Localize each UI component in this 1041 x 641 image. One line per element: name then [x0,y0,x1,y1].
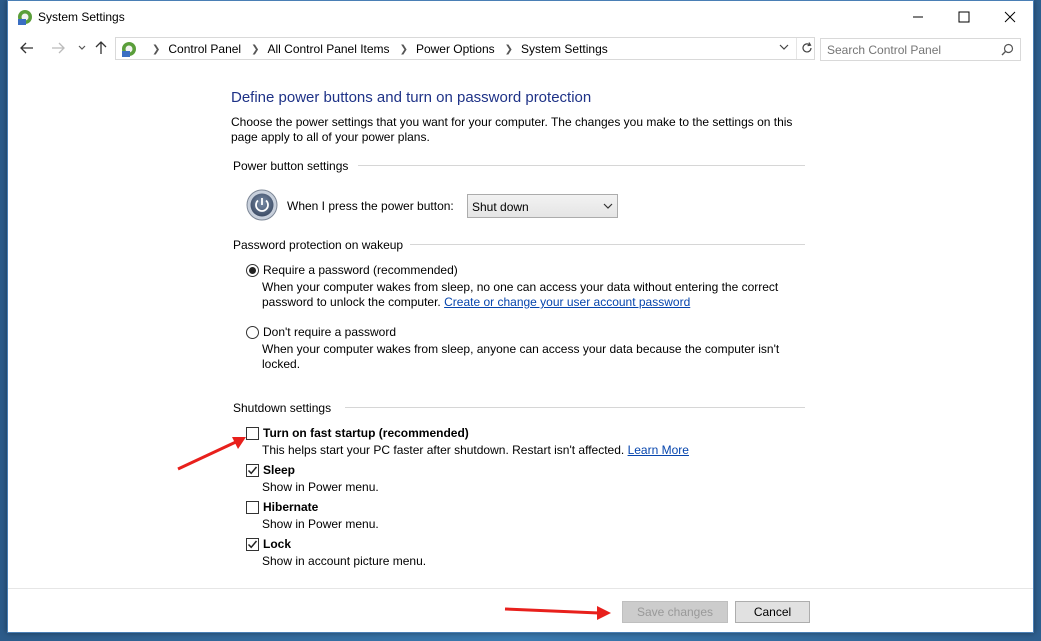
checkmark-icon [247,540,258,548]
fast-startup-description: This helps start your PC faster after sh… [262,443,689,458]
dont-require-desc-line1: When your computer wakes from sleep, any… [262,342,780,356]
power-icon [246,189,278,221]
lock-label[interactable]: Lock [263,537,291,551]
breadcrumb-control-panel[interactable]: Control Panel [168,42,241,56]
navigation-bar: ❯ Control Panel ❯ All Control Panel Item… [8,33,1033,63]
close-button[interactable] [987,1,1033,32]
breadcrumb-power-options[interactable]: Power Options [416,42,495,56]
dont-require-password-option[interactable]: Don't require a password [246,325,396,339]
chevron-down-icon [603,203,613,209]
maximize-icon [958,11,970,22]
power-button-action-select[interactable]: Shut down [467,194,618,218]
shutdown-settings-title: Shutdown settings [233,401,332,415]
chevron-right-icon[interactable]: ❯ [251,44,259,55]
save-changes-button[interactable]: Save changes [622,601,728,623]
chevron-right-icon[interactable]: ❯ [505,44,513,55]
power-button-settings-title: Power button settings [233,159,349,173]
require-password-desc-line2: password to unlock the computer. Create … [262,295,778,310]
main-content: Define power buttons and turn on passwor… [8,63,1033,588]
footer-divider [8,588,1033,589]
change-password-link[interactable]: Create or change your user account passw… [444,295,690,309]
dont-require-password-label[interactable]: Don't require a password [263,325,396,339]
chevron-right-icon[interactable]: ❯ [152,44,160,55]
hibernate-option[interactable]: Hibernate [246,500,318,514]
annotation-arrow-icon [504,606,611,620]
refresh-icon [801,42,812,53]
search-icon[interactable] [1001,43,1014,56]
arrow-right-icon [52,42,65,54]
arrow-up-icon [95,41,107,54]
page-title: Define power buttons and turn on passwor… [231,89,592,106]
forward-button[interactable] [48,39,68,57]
control-panel-icon [122,42,136,57]
up-button[interactable] [91,39,111,57]
hibernate-description: Show in Power menu. [262,517,379,531]
back-button[interactable] [17,39,37,57]
require-password-desc-text: password to unlock the computer. [262,295,441,309]
sleep-label[interactable]: Sleep [263,463,295,477]
dont-require-password-radio[interactable] [246,325,259,339]
require-password-label[interactable]: Require a password (recommended) [263,263,458,277]
window-title: System Settings [38,10,125,24]
chevron-right-icon[interactable]: ❯ [400,44,408,55]
require-password-desc-line1: When your computer wakes from sleep, no … [262,280,779,294]
recent-locations-button[interactable] [72,39,92,57]
close-icon [1004,11,1016,22]
system-settings-window: System Settings ❯ Control Panel ❯ All Co… [7,0,1034,633]
sleep-description: Show in Power menu. [262,480,379,494]
breadcrumb-system-settings[interactable]: System Settings [521,42,608,56]
address-dropdown-button[interactable] [776,41,792,57]
minimize-button[interactable] [895,1,941,32]
dont-require-desc-line2: locked. [262,357,301,371]
section-divider [345,407,805,408]
control-panel-icon [18,10,32,25]
cancel-button[interactable]: Cancel [735,601,810,623]
require-password-description: When your computer wakes from sleep, no … [262,280,778,310]
arrow-left-icon [20,42,33,54]
breadcrumb-all-items[interactable]: All Control Panel Items [268,42,390,56]
lock-option[interactable]: Lock [246,537,291,551]
refresh-button[interactable] [796,38,816,59]
sleep-option[interactable]: Sleep [246,463,295,477]
password-protection-title: Password protection on wakeup [233,238,404,252]
power-button-action-value: Shut down [472,200,529,214]
dont-require-password-description: When your computer wakes from sleep, any… [262,342,779,372]
maximize-button[interactable] [941,1,987,32]
address-bar[interactable]: ❯ Control Panel ❯ All Control Panel Item… [115,37,815,60]
lock-description: Show in account picture menu. [262,554,427,568]
section-divider [410,244,805,245]
chevron-down-icon [78,45,86,50]
search-box[interactable] [820,38,1021,61]
annotation-arrow-icon [177,437,246,471]
chevron-down-icon [779,44,789,50]
fast-startup-desc-text: This helps start your PC faster after sh… [262,443,625,457]
search-input[interactable] [827,40,997,60]
hibernate-checkbox[interactable] [246,500,259,514]
fast-startup-label[interactable]: Turn on fast startup (recommended) [263,426,469,440]
require-password-option[interactable]: Require a password (recommended) [246,263,458,277]
learn-more-link[interactable]: Learn More [628,443,689,457]
title-bar[interactable]: System Settings [8,1,1033,33]
minimize-icon [913,16,923,17]
section-divider [358,165,805,166]
breadcrumb: ❯ Control Panel ❯ All Control Panel Item… [142,42,608,56]
lock-checkbox[interactable] [246,537,259,551]
require-password-radio[interactable] [246,263,259,277]
fast-startup-option[interactable]: Turn on fast startup (recommended) [246,426,469,440]
power-button-label: When I press the power button: [287,199,454,213]
hibernate-label[interactable]: Hibernate [263,500,318,514]
intro-text: Choose the power settings that you want … [231,115,793,144]
